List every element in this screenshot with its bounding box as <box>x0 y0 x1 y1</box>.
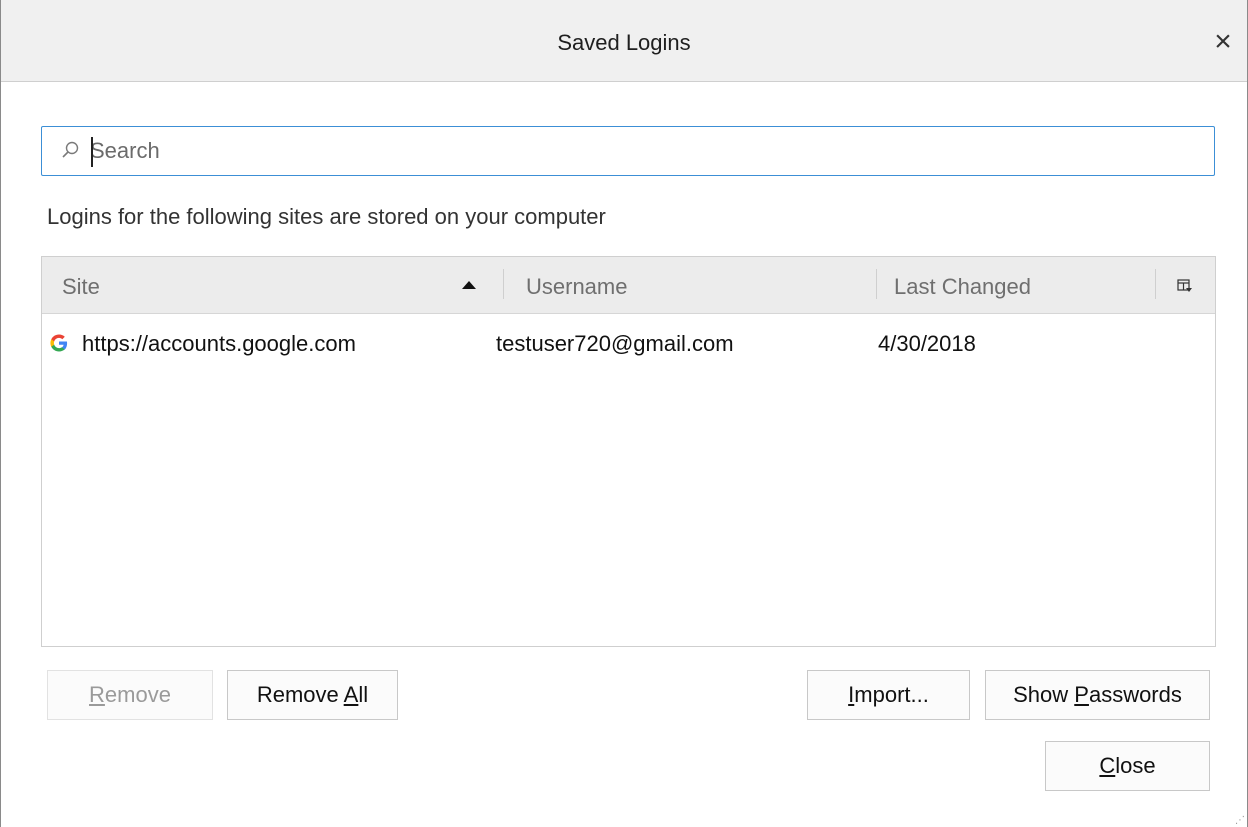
table-row[interactable]: https://accounts.google.com testuser720@… <box>42 314 1215 374</box>
sort-ascending-icon <box>462 281 476 289</box>
logins-table[interactable]: Site Username Last Changed https://accou… <box>41 256 1216 647</box>
column-header-last-changed[interactable]: Last Changed <box>894 257 1031 313</box>
column-divider[interactable] <box>876 269 877 299</box>
remove-all-label-suffix: ll <box>358 682 369 707</box>
site-cell: https://accounts.google.com <box>82 331 356 356</box>
table-header: Site Username Last Changed <box>42 257 1215 314</box>
column-picker-icon[interactable] <box>1177 279 1193 293</box>
remove-button[interactable]: Remove <box>47 670 213 720</box>
import-label-suffix: mport... <box>854 682 929 707</box>
column-header-username[interactable]: Username <box>526 257 627 313</box>
search-input[interactable] <box>90 135 1190 167</box>
last-changed-cell: 4/30/2018 <box>878 331 976 356</box>
column-header-site[interactable]: Site <box>62 257 100 313</box>
remove-all-button[interactable]: Remove All <box>227 670 398 720</box>
search-field[interactable] <box>41 126 1215 176</box>
close-accel: C <box>1099 753 1116 778</box>
remove-all-accel: A <box>343 682 359 707</box>
remove-label-suffix: emove <box>104 682 171 707</box>
sites-description: Logins for the following sites are store… <box>47 204 606 229</box>
close-button[interactable]: Close <box>1045 741 1210 791</box>
show-passwords-label-suffix: asswords <box>1088 682 1182 707</box>
text-caret <box>91 137 93 167</box>
search-icon <box>62 141 79 158</box>
import-button[interactable]: Import... <box>807 670 970 720</box>
remove-accel: R <box>89 682 105 707</box>
dialog-title: Saved Logins <box>557 30 691 55</box>
saved-logins-dialog: Saved Logins × Logins for the following … <box>0 0 1248 827</box>
column-divider[interactable] <box>503 269 504 299</box>
show-passwords-accel: P <box>1074 682 1089 707</box>
close-icon[interactable]: × <box>1203 22 1243 62</box>
show-passwords-label-prefix: Show <box>1013 682 1075 707</box>
title-bar: Saved Logins × <box>1 0 1247 82</box>
resize-grip-icon[interactable]: ⋰ <box>1235 815 1245 826</box>
remove-all-label-prefix: Remove <box>256 682 344 707</box>
show-passwords-button[interactable]: Show Passwords <box>985 670 1210 720</box>
google-icon <box>50 334 68 352</box>
column-divider[interactable] <box>1155 269 1156 299</box>
close-label-suffix: lose <box>1115 753 1156 778</box>
username-cell: testuser720@gmail.com <box>496 331 734 356</box>
